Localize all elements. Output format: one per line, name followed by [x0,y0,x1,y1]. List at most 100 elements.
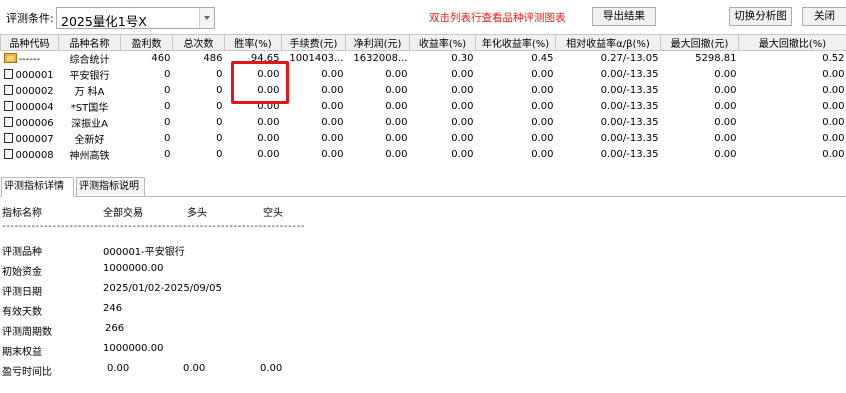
export-button[interactable]: 导出结果 [592,7,656,26]
toolbar: 评测条件: 2025量化1号X 双击列表行查看品种评测图表 导出结果 切换分析图… [0,0,846,33]
document-icon [3,84,13,95]
cell-fee: 0.00 [321,85,344,96]
cell-maxdd: 0.00 [714,133,737,144]
cell-name: 全新好 [74,135,105,146]
cell-maxdd: 0.00 [714,101,737,112]
cell-maxddr: 0.00 [822,101,845,112]
cell-code: 000008 [1,147,59,163]
cell-alpha: 0.00/-13.35 [600,117,659,128]
cell-maxddr: 0.00 [822,69,845,80]
cell-win: 0 [164,117,171,128]
cell-maxdd: 0.00 [714,85,737,96]
table-row[interactable]: 000006 深振业A 0 0 0.00 0.00 0.00 0.00 0.00… [1,115,846,131]
cell-return: 0.30 [451,53,474,65]
cell-winrate: 0.00 [257,85,280,96]
cell-code: 000001 [1,67,59,83]
cell-alpha: 0.27/-13.05 [600,53,659,65]
cell-win: 460 [151,53,171,65]
detail-value: 000001-平安银行 [103,247,185,258]
detail-header-name: 指标名称 [2,208,42,219]
table-row[interactable]: 000001 平安银行 0 0 0.00 0.00 0.00 0.00 0.00… [1,67,846,83]
cell-winrate: 0.00 [257,133,280,144]
cell-profit: 1632008... [353,53,408,65]
cell-winrate: 94.65 [250,53,280,65]
cell-win: 0 [164,133,171,144]
cell-win: 0 [164,149,171,160]
cell-alpha: 0.00/-13.35 [600,101,659,112]
cell-code: 000002 [1,83,59,99]
chevron-down-icon[interactable] [199,8,214,28]
document-icon [3,116,13,127]
col-header-annual-return[interactable]: 年化收益率(%) [475,34,556,51]
cell-maxddr: 0.52 [822,53,845,65]
table-row[interactable]: 000008 神州高铁 0 0 0.00 0.00 0.00 0.00 0.00… [1,147,846,163]
col-header-relative-return[interactable]: 相对收益率α/β(%) [555,34,661,51]
condition-label: 评测条件: [6,12,54,25]
cell-profit: 0.00 [385,85,408,96]
cell-fee: 0.00 [321,101,344,112]
cell-return: 0.00 [451,101,474,112]
table-row-summary[interactable]: ------ 综合统计 460 486 94.65 1001403... 163… [1,51,846,67]
detail-header-long: 多头 [187,208,207,219]
cell-annual: 0.00 [531,85,554,96]
cell-maxdd: 0.00 [714,149,737,160]
condition-combobox[interactable]: 2025量化1号X [56,7,215,29]
table-row[interactable]: 000004 *ST国华 0 0 0.00 0.00 0.00 0.00 0.0… [1,99,846,115]
col-header-total-count[interactable]: 总次数 [172,34,225,51]
table-row[interactable]: 000007 全新好 0 0 0.00 0.00 0.00 0.00 0.00 … [1,131,846,147]
cell-annual: 0.45 [531,53,554,65]
folder-icon [3,52,17,63]
cell-alpha: 0.00/-13.35 [600,149,659,160]
col-header-net-profit[interactable]: 净利润(元) [345,34,410,51]
col-header-fee[interactable]: 手续费(元) [281,34,346,51]
cell-code: 000004 [1,99,59,115]
cell-total: 0 [216,101,223,112]
detail-header-short: 空头 [263,208,283,219]
cell-winrate: 0.00 [257,117,280,128]
cell-name: 深振业A [71,119,108,130]
document-icon [3,132,13,143]
detail-label: 初始资金 [2,267,42,278]
cell-maxdd: 0.00 [714,117,737,128]
col-header-code[interactable]: 品种代码 [0,34,59,51]
detail-value: 1000000.00 [103,343,164,354]
col-header-win-rate[interactable]: 胜率(%) [224,34,282,51]
col-header-max-drawdown-ratio[interactable]: 最大回撤比(%) [738,34,846,51]
cell-alpha: 0.00/-13.35 [600,85,659,96]
cell-winrate: 0.00 [257,69,280,80]
detail-label: 期末权益 [2,347,42,358]
cell-fee: 0.00 [321,149,344,160]
tab-indicator-description[interactable]: 评测指标说明 [76,177,145,197]
cell-alpha: 0.00/-13.35 [600,133,659,144]
cell-total: 0 [216,133,223,144]
cell-fee: 0.00 [321,133,344,144]
cell-total: 0 [216,149,223,160]
cell-win: 0 [164,85,171,96]
tab-indicator-details[interactable]: 评测指标详情 [1,177,74,197]
detail-label: 有效天数 [2,307,42,318]
cell-total: 0 [216,85,223,96]
detail-value-all: 0.00 [107,363,130,374]
detail-label: 评测品种 [2,247,42,258]
col-header-name[interactable]: 品种名称 [58,34,121,51]
document-icon [3,100,13,111]
close-button[interactable]: 关闭 [802,7,846,26]
cell-winrate: 0.00 [257,101,280,112]
col-header-max-drawdown[interactable]: 最大回撤(元) [660,34,739,51]
detail-value: 266 [105,323,125,334]
document-icon [3,68,13,79]
condition-value: 2025量化1号X [61,14,147,29]
col-header-return[interactable]: 收益率(%) [409,34,476,51]
cell-fee: 0.00 [321,69,344,80]
switch-chart-button[interactable]: 切换分析图 [729,7,792,26]
cell-name: 综合统计 [69,55,110,67]
cell-maxdd: 5298.81 [695,53,737,65]
col-header-win-count[interactable]: 盈利数 [120,34,173,51]
cell-maxddr: 0.00 [822,133,845,144]
detail-value-short: 0.00 [260,363,283,374]
table-row[interactable]: 000002 万 科A 0 0 0.00 0.00 0.00 0.00 0.00… [1,83,846,99]
cell-return: 0.00 [451,117,474,128]
cell-annual: 0.00 [531,133,554,144]
cell-return: 0.00 [451,133,474,144]
cell-alpha: 0.00/-13.35 [600,69,659,80]
